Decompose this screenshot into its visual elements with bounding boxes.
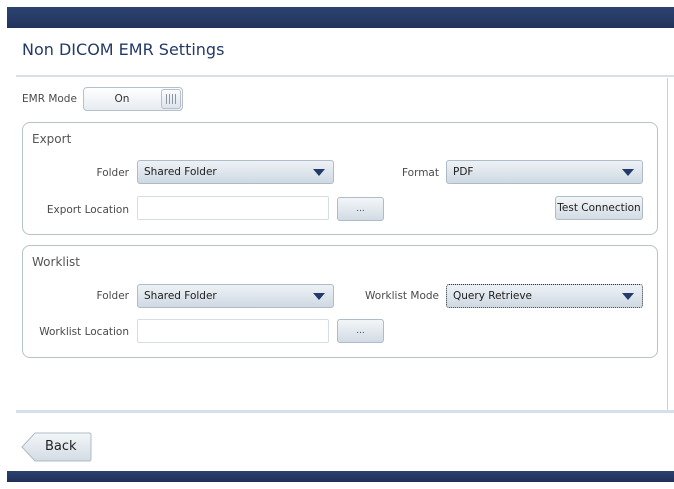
back-label: Back — [45, 439, 77, 454]
worklist-browse-button[interactable]: ... — [337, 319, 384, 343]
worklist-location-input[interactable] — [137, 319, 329, 343]
top-bar — [7, 7, 674, 28]
export-format-label: Format — [401, 167, 439, 179]
worklist-folder-dropdown[interactable]: Shared Folder — [137, 284, 334, 308]
emr-mode-value: On — [114, 93, 130, 105]
right-divider — [667, 78, 668, 413]
title-divider — [16, 75, 674, 77]
worklist-folder-value: Shared Folder — [144, 290, 217, 302]
emr-mode-label: EMR Mode — [22, 93, 77, 105]
back-button[interactable]: Back — [21, 432, 93, 462]
grip-icon[interactable] — [161, 89, 181, 109]
export-format-dropdown[interactable]: PDF — [446, 160, 643, 184]
settings-window: Non DICOM EMR Settings EMR Mode On Expor… — [7, 7, 674, 482]
worklist-mode-label: Worklist Mode — [365, 290, 439, 302]
chevron-down-icon — [622, 169, 634, 176]
export-group-title: Export — [32, 132, 72, 146]
worklist-mode-value: Query Retrieve — [453, 290, 533, 302]
export-location-input[interactable] — [137, 196, 329, 220]
chevron-down-icon — [622, 293, 634, 300]
footer-divider — [16, 410, 674, 413]
test-connection-button[interactable]: Test Connection — [555, 196, 643, 220]
worklist-group-title: Worklist — [32, 255, 81, 269]
worklist-mode-dropdown[interactable]: Query Retrieve — [446, 284, 643, 308]
export-folder-label: Folder — [96, 167, 129, 179]
export-location-label: Export Location — [46, 204, 129, 216]
export-browse-button[interactable]: ... — [337, 197, 384, 221]
emr-mode-toggle[interactable]: On — [83, 87, 183, 111]
page-title: Non DICOM EMR Settings — [22, 40, 225, 59]
export-format-value: PDF — [453, 166, 474, 178]
export-folder-value: Shared Folder — [144, 166, 217, 178]
worklist-folder-label: Folder — [96, 290, 129, 302]
bottom-bar — [7, 471, 674, 482]
worklist-location-label: Worklist Location — [39, 326, 129, 338]
chevron-down-icon — [313, 169, 325, 176]
chevron-down-icon — [313, 293, 325, 300]
export-folder-dropdown[interactable]: Shared Folder — [137, 160, 334, 184]
